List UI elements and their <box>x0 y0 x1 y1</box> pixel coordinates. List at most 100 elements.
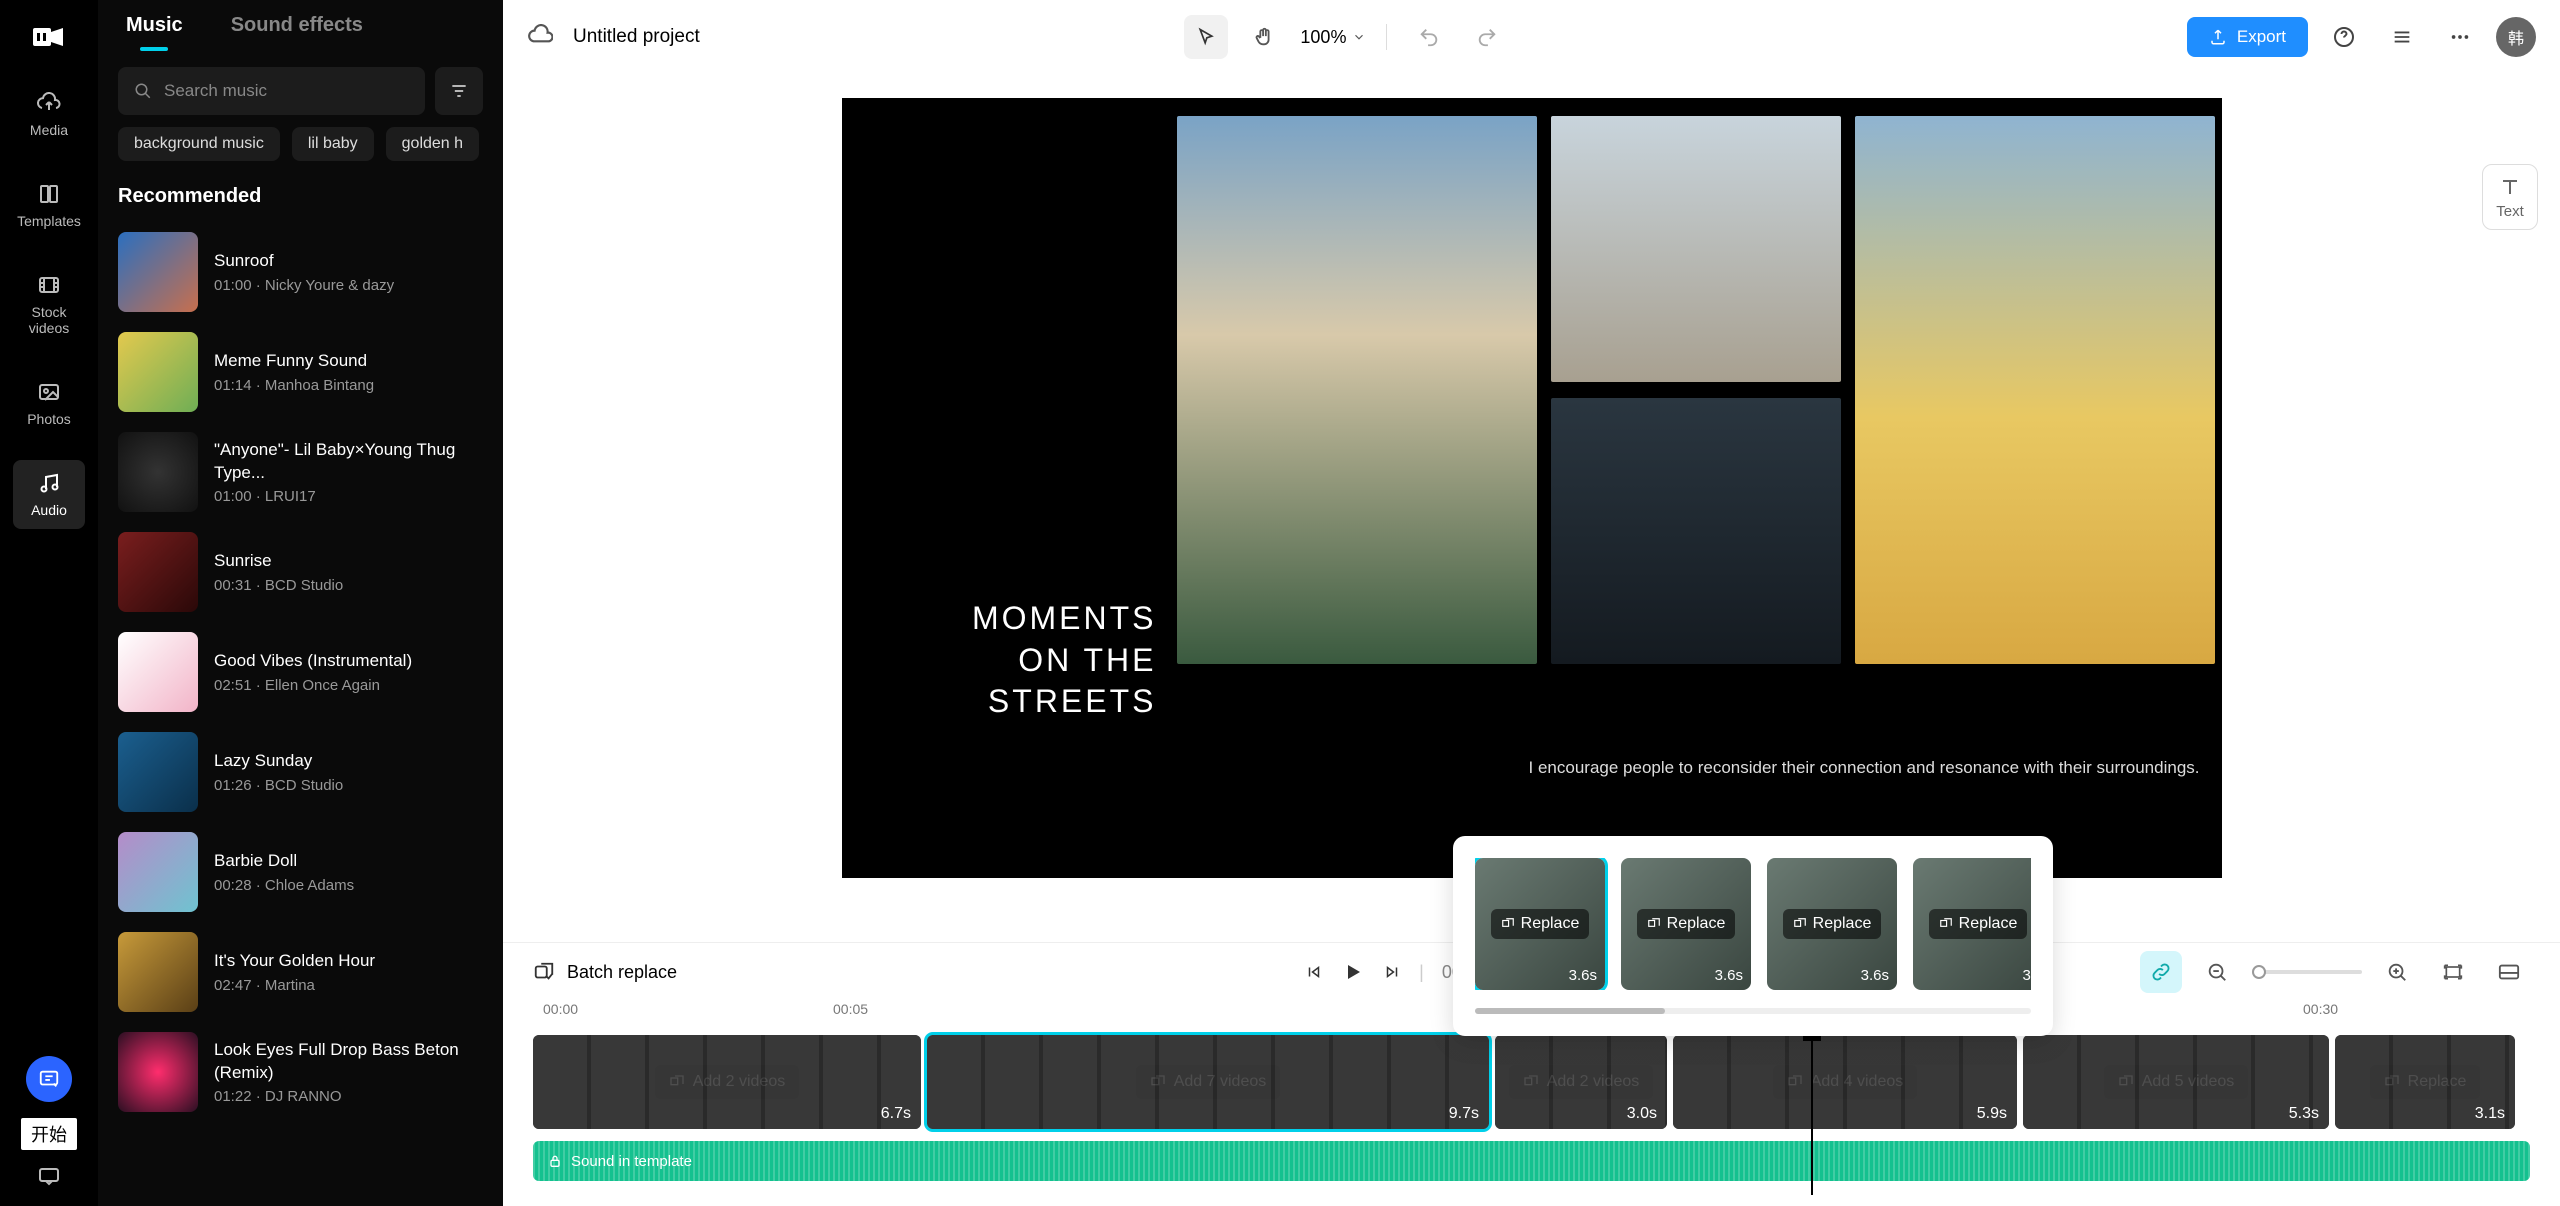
music-item[interactable]: Meme Funny Sound 01:14 · Manhoa Bintang <box>118 322 483 422</box>
rail-templates[interactable]: Templates <box>13 171 85 240</box>
search-music[interactable] <box>118 67 425 115</box>
replace-slot[interactable]: Replace 3. <box>1913 858 2031 990</box>
play-icon[interactable] <box>1341 960 1365 984</box>
replace-icon <box>1647 917 1661 931</box>
audio-label: Sound in template <box>571 1153 692 1170</box>
album-cover <box>118 432 198 512</box>
replace-slot[interactable]: Replace 3.6s <box>1621 858 1751 990</box>
music-title: Lazy Sunday <box>214 750 343 772</box>
rail-photos[interactable]: Photos <box>13 369 85 438</box>
project-title[interactable]: Untitled project <box>573 26 700 48</box>
rail-label: Media <box>30 122 68 139</box>
expand-icon <box>2498 963 2520 981</box>
more-button[interactable] <box>2438 15 2482 59</box>
music-item[interactable]: Sunroof 01:00 · Nicky Youre & dazy <box>118 222 483 322</box>
replace-icon <box>1939 917 1953 931</box>
music-subtitle: 02:51 · Ellen Once Again <box>214 677 412 694</box>
album-cover <box>118 532 198 612</box>
hand-icon <box>1253 26 1275 48</box>
music-item[interactable]: Good Vibes (Instrumental) 02:51 · Ellen … <box>118 622 483 722</box>
zoom-in[interactable] <box>2376 951 2418 993</box>
export-button[interactable]: Export <box>2187 17 2308 57</box>
search-icon <box>134 82 152 100</box>
search-input[interactable] <box>164 81 409 101</box>
text-panel-label: Text <box>2496 203 2524 220</box>
timeline-clip[interactable]: Add 4 videos 5.9s <box>1673 1035 2017 1129</box>
video-preview[interactable]: MOMENTS ON THE STREETS I encourage peopl… <box>842 98 2222 878</box>
start-badge[interactable]: 开始 <box>21 1118 77 1150</box>
music-title: "Anyone"- Lil Baby×Young Thug Type... <box>214 439 483 483</box>
ruler-tick: 00:30 <box>2303 1001 2338 1017</box>
redo-button[interactable] <box>1465 15 1509 59</box>
album-cover <box>118 832 198 912</box>
link-icon <box>2150 961 2172 983</box>
zoom-display[interactable]: 100% <box>1300 27 1366 48</box>
batch-replace-button[interactable]: Batch replace <box>533 961 677 983</box>
music-item[interactable]: "Anyone"- Lil Baby×Young Thug Type... 01… <box>118 422 483 522</box>
slot-duration: 3.6s <box>1569 967 1597 984</box>
rail-audio[interactable]: Audio <box>13 460 85 529</box>
section-title: Recommended <box>98 179 503 222</box>
music-item[interactable]: Look Eyes Full Drop Bass Beton (Remix) 0… <box>118 1022 483 1122</box>
link-toggle[interactable] <box>2140 951 2182 993</box>
text-properties-panel[interactable]: Text <box>2482 164 2538 230</box>
export-label: Export <box>2237 27 2286 47</box>
user-avatar[interactable]: 韩 <box>2496 17 2536 57</box>
film-icon <box>36 272 62 298</box>
timeline-clip[interactable]: Add 2 videos 3.0s <box>1495 1035 1667 1129</box>
preview-area: MOMENTS ON THE STREETS I encourage peopl… <box>503 74 2560 942</box>
music-subtitle: 01:22 · DJ RANNO <box>214 1088 483 1105</box>
filter-button[interactable] <box>435 67 483 115</box>
music-item[interactable]: It's Your Golden Hour 02:47 · Martina <box>118 922 483 1022</box>
music-item[interactable]: Barbie Doll 00:28 · Chloe Adams <box>118 822 483 922</box>
hand-tool[interactable] <box>1242 15 1286 59</box>
timeline-clip[interactable]: Replace 3.1s <box>2335 1035 2515 1129</box>
app-logo[interactable] <box>28 16 70 58</box>
cloud-upload-icon <box>36 90 62 116</box>
timeline-clip[interactable]: Add 2 videos 6.7s <box>533 1035 921 1129</box>
slot-duration: 3.6s <box>1715 967 1743 984</box>
rail-stock-videos[interactable]: Stock videos <box>13 262 85 348</box>
music-subtitle: 01:00 · LRUI17 <box>214 488 483 505</box>
replace-label: Replace <box>1637 909 1736 939</box>
chip[interactable]: lil baby <box>292 127 374 161</box>
fit-button[interactable] <box>2432 951 2474 993</box>
tab-sound-effects[interactable]: Sound effects <box>231 14 363 51</box>
music-title: Sunrise <box>214 550 343 572</box>
help-button[interactable] <box>2322 15 2366 59</box>
feedback-button[interactable] <box>26 1056 72 1102</box>
album-cover <box>118 732 198 812</box>
chat-icon[interactable] <box>37 1166 61 1186</box>
ruler-tick: 00:00 <box>543 1001 578 1017</box>
layers-button[interactable] <box>2380 15 2424 59</box>
music-note-icon <box>36 470 62 496</box>
music-title: Look Eyes Full Drop Bass Beton (Remix) <box>214 1039 483 1083</box>
clip-duration: 3.0s <box>1627 1105 1657 1123</box>
zoom-out[interactable] <box>2196 951 2238 993</box>
chip[interactable]: background music <box>118 127 280 161</box>
audio-track[interactable]: Sound in template <box>533 1141 2530 1181</box>
rail-media[interactable]: Media <box>13 80 85 149</box>
pointer-tool[interactable] <box>1184 15 1228 59</box>
expand-button[interactable] <box>2488 951 2530 993</box>
clip-duration: 6.7s <box>881 1105 911 1123</box>
music-item[interactable]: Lazy Sunday 01:26 · BCD Studio <box>118 722 483 822</box>
chip[interactable]: golden h <box>386 127 479 161</box>
timeline-clip[interactable]: Add 7 videos 9.7s <box>927 1035 1489 1129</box>
music-item[interactable]: Sunrise 00:31 · BCD Studio <box>118 522 483 622</box>
popup-scrollbar[interactable] <box>1475 1008 2031 1014</box>
skip-back-icon[interactable] <box>1305 963 1323 981</box>
playhead[interactable] <box>1811 1035 1813 1195</box>
replace-popup: Replace 3.6s Replace 3.6s Replace 3.6s R… <box>1453 836 2053 1036</box>
undo-button[interactable] <box>1407 15 1451 59</box>
zoom-slider[interactable] <box>2252 970 2362 974</box>
replace-slot[interactable]: Replace 3.6s <box>1475 858 1605 990</box>
skip-forward-icon[interactable] <box>1383 963 1401 981</box>
cloud-sync-icon[interactable] <box>527 24 553 50</box>
tab-music[interactable]: Music <box>126 14 183 51</box>
timeline-clip[interactable]: Add 5 videos 5.3s <box>2023 1035 2329 1129</box>
batch-replace-icon <box>533 961 555 983</box>
replace-slot[interactable]: Replace 3.6s <box>1767 858 1897 990</box>
replace-icon <box>1793 917 1807 931</box>
layers-icon <box>2391 26 2413 48</box>
